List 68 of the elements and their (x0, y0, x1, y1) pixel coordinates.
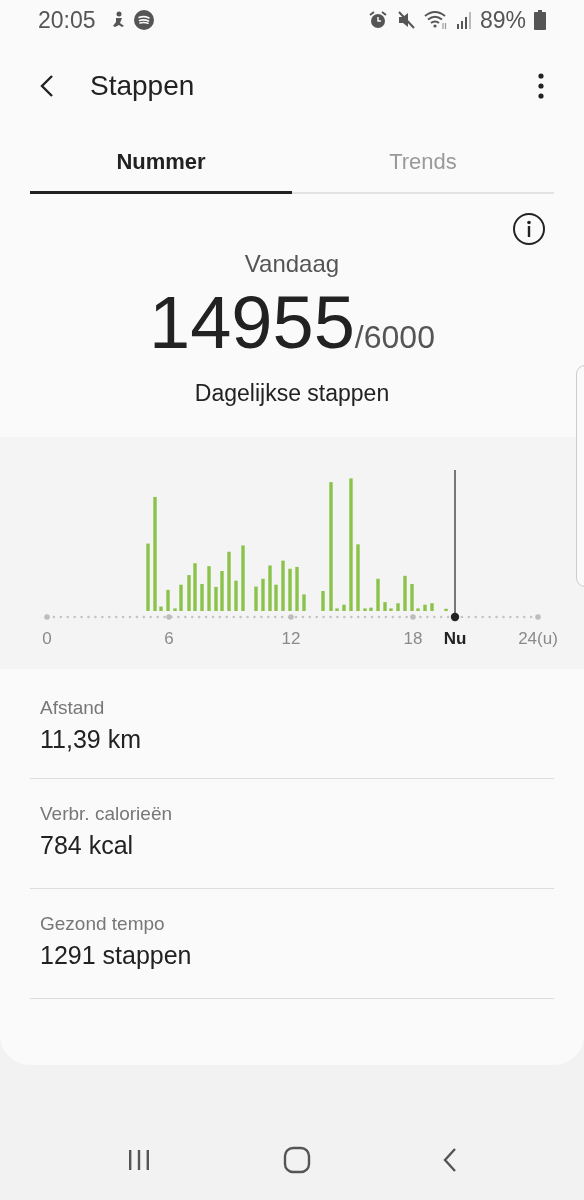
bar (193, 563, 197, 611)
back-nav-button[interactable] (442, 1147, 459, 1173)
stat-label: Afstand (40, 697, 106, 719)
more-options-button[interactable] (538, 73, 544, 99)
bar (342, 604, 346, 611)
bar (389, 608, 393, 611)
bar (410, 583, 414, 611)
mute-icon (395, 10, 416, 30)
axis-label: Nu (443, 629, 467, 648)
bar (295, 566, 299, 611)
stat-value: 784 kcal (40, 831, 135, 860)
bar (396, 603, 400, 611)
stat-label: Gezond tempo (40, 913, 166, 935)
bar (274, 584, 278, 611)
bar (302, 594, 306, 611)
bar (444, 608, 448, 611)
info-button[interactable] (512, 210, 546, 248)
bar (146, 543, 150, 611)
axis-label: 24(u) (518, 629, 558, 648)
bar (234, 580, 238, 611)
bar (254, 586, 258, 611)
bar (288, 568, 292, 611)
stat-value: 1291 stappen (40, 941, 193, 970)
page-title: Stappen (90, 70, 195, 102)
bar (376, 578, 380, 611)
home-button[interactable] (283, 1146, 311, 1174)
stat-label: Verbr. calorieën (40, 803, 174, 825)
axis-label: 6 (164, 629, 174, 648)
battery-icon (534, 10, 546, 30)
stat-value: 11,39 km (40, 725, 142, 754)
bar (214, 586, 218, 611)
bar (416, 608, 420, 611)
bar (159, 606, 163, 611)
wifi-icon (423, 10, 448, 30)
bar (363, 608, 367, 611)
back-button[interactable] (40, 74, 54, 98)
axis-label: 12 (281, 629, 301, 648)
bar (179, 584, 183, 611)
bar (281, 560, 285, 611)
bar (166, 589, 170, 611)
bar (173, 608, 177, 611)
bar (321, 591, 325, 611)
status-time: 20:05 (38, 6, 96, 34)
bar (187, 575, 191, 611)
music-app-icon (133, 10, 154, 30)
steps-caption: Dagelijkse stappen (194, 380, 390, 407)
bar (403, 575, 407, 611)
period-label: Vandaag (244, 250, 340, 278)
bar (241, 545, 245, 611)
bar (227, 551, 231, 611)
bar (369, 607, 373, 611)
bar (430, 603, 434, 611)
step-goal: /6000 (354, 319, 435, 356)
step-count: 14955 (149, 286, 355, 360)
bar (207, 566, 211, 611)
signal-icon (455, 10, 472, 30)
bar (220, 571, 224, 611)
bar (356, 544, 360, 611)
bar (268, 565, 272, 611)
bar (335, 608, 339, 611)
axis-label: 0 (42, 629, 52, 648)
bar (261, 578, 265, 611)
bar (200, 583, 204, 611)
bar (423, 604, 427, 611)
axis-label: 18 (403, 629, 423, 648)
alarm-icon (367, 10, 388, 30)
bar (383, 602, 387, 611)
battery-percentage: 89% (479, 6, 526, 34)
